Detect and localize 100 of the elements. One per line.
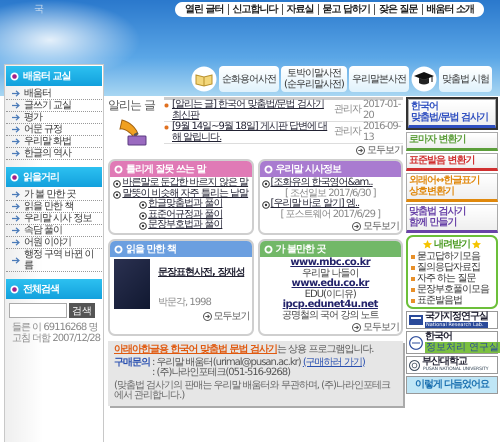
updated-date: 고침 더함 2007/12/28 xyxy=(11,333,102,344)
site-link[interactable]: www.mbc.co.kr xyxy=(262,258,399,268)
circle-bullet-icon xyxy=(264,164,272,174)
article-link[interactable]: 말뜻이 비슷해 자주 틀리는 낱말 xyxy=(112,188,250,199)
nav-link[interactable]: 열린 글터 xyxy=(181,4,228,15)
view-all-link[interactable]: 모두보기 xyxy=(352,221,399,232)
view-all-link[interactable]: 모두보기 xyxy=(356,145,403,156)
date-text: 2016-09-13 xyxy=(363,122,402,143)
target-bullet-icon xyxy=(139,212,148,220)
download-link[interactable]: 표준발음법 xyxy=(411,295,493,306)
arrow-icon xyxy=(12,227,21,234)
nav-link[interactable]: 배움터 소개 xyxy=(422,4,478,15)
square-bullet-icon xyxy=(411,276,415,280)
section-header: 배움터 교실 xyxy=(6,66,102,86)
sidebar-item[interactable]: 우리말 화법 xyxy=(6,136,102,148)
square-bullet-icon xyxy=(411,254,415,258)
view-all-link[interactable]: 모두보기 xyxy=(352,322,399,333)
download-link[interactable]: 질의응답자료집 xyxy=(411,262,493,273)
download-link[interactable]: 자주 하는 질문 xyxy=(411,273,493,284)
sidebar-item[interactable]: 속담 풀이 xyxy=(6,225,102,237)
publisher-text: 박문각, 1998 xyxy=(158,296,212,309)
search-field[interactable] xyxy=(9,303,67,318)
article-link[interactable]: 바른말로 둔갑한 바르지 않은 말 xyxy=(112,178,250,188)
visitor-count: 들른 이 69116268 명 xyxy=(11,322,98,333)
circle-emblem-icon xyxy=(409,336,423,350)
news-link[interactable]: [조화유의 한국영어&am.. xyxy=(262,178,399,188)
section-header: 전체검색 xyxy=(6,279,102,299)
purchase-link[interactable]: (구매하러 가기) xyxy=(302,356,365,368)
contact-text: : (주)나라인포테크(051-516-9268) xyxy=(152,368,290,378)
notice-link[interactable]: [9월 14일~9월 18일] 게시판 답변에 대해 알립니다. xyxy=(172,122,332,143)
test-button[interactable]: 맞춤법 시험 xyxy=(438,66,492,92)
circle-arrow-icon xyxy=(352,222,361,231)
sidebar-item[interactable]: 어문 규정 xyxy=(6,124,102,136)
arrow-icon xyxy=(12,203,21,210)
dictionary-button[interactable]: 토박이말사전 (순우리말사전) xyxy=(281,66,347,92)
article-link[interactable]: 문장부호법과 풀이 xyxy=(112,220,250,230)
site-description: 우리말 나들이 xyxy=(302,268,358,278)
nav-link[interactable]: 자료실 xyxy=(282,4,318,15)
contact-label: 구매문의 xyxy=(114,358,150,368)
site-description: 공명철의 국어 강의 노트 xyxy=(280,310,380,321)
graduation-cap-icon xyxy=(410,66,437,92)
arrow-icon xyxy=(12,114,21,121)
author-text: 관리자 xyxy=(334,127,361,138)
card-header: 우리말 시사정보 xyxy=(260,161,401,177)
book-title-link[interactable]: 문장표현사전, 장재성 xyxy=(158,267,244,278)
arrow-icon xyxy=(12,150,21,157)
partner-logo[interactable]: 한국어 정보처리 연구실 xyxy=(406,331,498,354)
circle-arrow-icon xyxy=(352,323,361,332)
target-bullet-icon xyxy=(262,201,270,209)
site-link[interactable]: www.edu.co.kr xyxy=(262,279,399,290)
dictionary-button[interactable]: 순화용어사전 xyxy=(219,66,279,92)
target-bullet-icon xyxy=(262,180,270,188)
card-header: 가 볼만한 곳 xyxy=(260,241,401,257)
sidebar-item[interactable]: 한글의 역사 xyxy=(6,148,102,160)
sidebar-item[interactable]: 행정 구역 바뀐 이름 xyxy=(6,249,102,272)
news-link[interactable]: [우리말 바로 알기] 엠.. xyxy=(262,199,399,210)
book-icon xyxy=(191,66,217,92)
news-source: [ 조선일보 2017/6/30 ] xyxy=(284,188,377,198)
sidebar-item[interactable]: 가 볼 만한 곳 xyxy=(6,189,102,201)
view-all-link[interactable]: 모두보기 xyxy=(202,311,250,322)
notice-link[interactable]: [알리는 글] 한국어 맞춤법/문법 검사기 최신판 xyxy=(172,100,332,121)
bullet-icon xyxy=(164,103,169,108)
arrow-icon xyxy=(12,126,21,133)
article-link[interactable]: 표준어규정과 풀이 xyxy=(112,210,250,220)
corner-mark: 국 xyxy=(34,3,43,16)
circle-bullet-icon xyxy=(114,244,123,254)
dictionary-button[interactable]: 우리말본사전 xyxy=(348,66,409,92)
tool-button[interactable]: 표준발음 변환기 xyxy=(406,152,498,171)
arrow-icon xyxy=(12,90,21,97)
nav-link[interactable]: 잦은 질문 xyxy=(374,4,422,15)
download-link[interactable]: 묻고답하기모음 xyxy=(411,251,493,262)
author-text: 관리자 xyxy=(334,105,361,116)
partner-logo[interactable]: 이렇게 다듬었어요 xyxy=(406,376,498,394)
download-link[interactable]: 문장부호풀이모음 xyxy=(411,284,493,295)
sidebar-item[interactable]: 우리말 시사 정보 xyxy=(6,213,102,225)
sidebar-item[interactable]: 읽을 만한 책 xyxy=(6,201,102,213)
circle-arrow-icon xyxy=(202,312,212,321)
disclaimer-text: (맞춤법 검사기의 판매는 우리말 배움터와 무관하며, (주)나라인포테크에서 관리합니다.) xyxy=(114,380,392,402)
circle-bullet-icon xyxy=(10,72,19,80)
sidebar-item[interactable]: 배움터 xyxy=(6,88,102,100)
sidebar-item[interactable]: 어원 이야기 xyxy=(6,237,102,249)
tool-button[interactable]: 한국어 맞춤법/문법 검사기 xyxy=(408,99,496,128)
sidebar-item[interactable]: 글쓰기 교실 xyxy=(6,100,102,112)
news-source: [ 포스트웨어 2017/6/29 ] xyxy=(279,210,382,220)
article-link[interactable]: 한글맞춤법과 풀이 xyxy=(112,199,250,210)
sidebar-item[interactable]: 평가 xyxy=(6,112,102,124)
tool-button[interactable]: 맞춤법 검사기 함께 만들기 xyxy=(406,204,498,233)
seal-emblem-icon xyxy=(409,360,420,370)
search-button[interactable]: 검색 xyxy=(69,303,95,318)
flag-emblem-icon xyxy=(409,315,423,325)
star-icon xyxy=(423,240,432,248)
arrow-icon xyxy=(12,215,21,222)
nav-link[interactable]: 신고합니다 xyxy=(228,4,282,15)
target-bullet-icon xyxy=(113,190,122,198)
nav-link[interactable]: 묻고 답하기 xyxy=(318,4,374,15)
section-title: 알리는 글 xyxy=(108,97,156,114)
star-icon xyxy=(472,240,481,248)
downloads-title: 내려받기 xyxy=(434,238,470,251)
book-cover-image xyxy=(114,259,150,309)
site-link[interactable]: ipcp.edunet4u.net xyxy=(262,300,399,310)
